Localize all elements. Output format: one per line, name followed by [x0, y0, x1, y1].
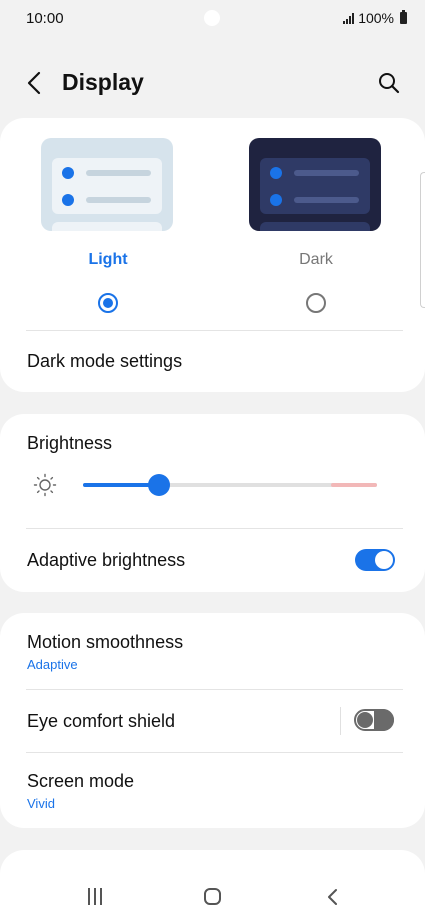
adaptive-brightness-toggle[interactable]: [355, 549, 395, 571]
preview-dot: [62, 167, 74, 179]
status-time: 10:00: [26, 10, 64, 27]
preview-panel-bottom: [260, 222, 370, 231]
screen-mode-label: Screen mode: [27, 771, 135, 791]
dark-theme-label: Dark: [299, 251, 333, 268]
preview-line: [294, 197, 359, 203]
brightness-high-zone: [331, 483, 377, 487]
preview-line: [86, 197, 151, 203]
light-theme-label: Light: [88, 251, 128, 268]
status-bar: 10:00 100%: [0, 0, 425, 38]
preview-line: [86, 170, 151, 176]
search-icon[interactable]: [377, 71, 401, 95]
brightness-slider[interactable]: [83, 474, 377, 496]
divider: [26, 330, 403, 331]
light-theme-preview[interactable]: [41, 138, 173, 231]
signal-icon: [343, 12, 355, 24]
home-icon[interactable]: [204, 888, 221, 905]
motion-smoothness-label: Motion smoothness: [27, 632, 184, 652]
divider: [26, 528, 403, 529]
status-icons: 100%: [343, 10, 407, 26]
adaptive-brightness-label: Adaptive brightness: [27, 550, 186, 570]
battery-percent: 100%: [358, 10, 394, 26]
preview-line: [294, 170, 359, 176]
navigation-bar: [0, 876, 425, 922]
screen-mode-value: Vivid: [27, 796, 55, 811]
next-card-partial: [0, 850, 425, 876]
header: Display: [0, 60, 425, 106]
display-options-card: Motion smoothness Adaptive Eye comfort s…: [0, 613, 425, 828]
preview-dot: [270, 194, 282, 206]
motion-smoothness-value: Adaptive: [27, 657, 78, 672]
back-arrow-icon[interactable]: [22, 70, 48, 96]
theme-card: Light Dark Dark mode settings: [0, 118, 425, 392]
camera-cutout: [204, 10, 220, 26]
theme-option-dark[interactable]: Dark: [249, 138, 383, 313]
brightness-card: Brightness Adaptive brightness: [0, 414, 425, 592]
brightness-slider-thumb[interactable]: [148, 474, 170, 496]
theme-option-light[interactable]: Light: [41, 138, 175, 313]
dark-theme-preview[interactable]: [249, 138, 381, 231]
dark-theme-radio[interactable]: [306, 293, 326, 313]
sun-icon: [33, 473, 57, 497]
dark-mode-settings-item[interactable]: Dark mode settings: [27, 351, 182, 372]
brightness-label: Brightness: [27, 433, 113, 453]
light-theme-radio[interactable]: [98, 293, 118, 313]
nav-back-icon[interactable]: [324, 887, 342, 907]
divider: [26, 752, 403, 753]
preview-dot: [62, 194, 74, 206]
eye-comfort-shield-item[interactable]: Eye comfort shield: [27, 711, 175, 732]
preview-panel-bottom: [52, 222, 162, 231]
battery-icon: [400, 10, 407, 24]
eye-comfort-shield-toggle[interactable]: [354, 709, 394, 731]
preview-dot: [270, 167, 282, 179]
divider: [26, 689, 403, 690]
scroll-indicator[interactable]: [420, 172, 425, 308]
page-title: Display: [62, 69, 144, 95]
recent-apps-icon[interactable]: [86, 888, 104, 906]
vertical-separator: [340, 707, 341, 735]
